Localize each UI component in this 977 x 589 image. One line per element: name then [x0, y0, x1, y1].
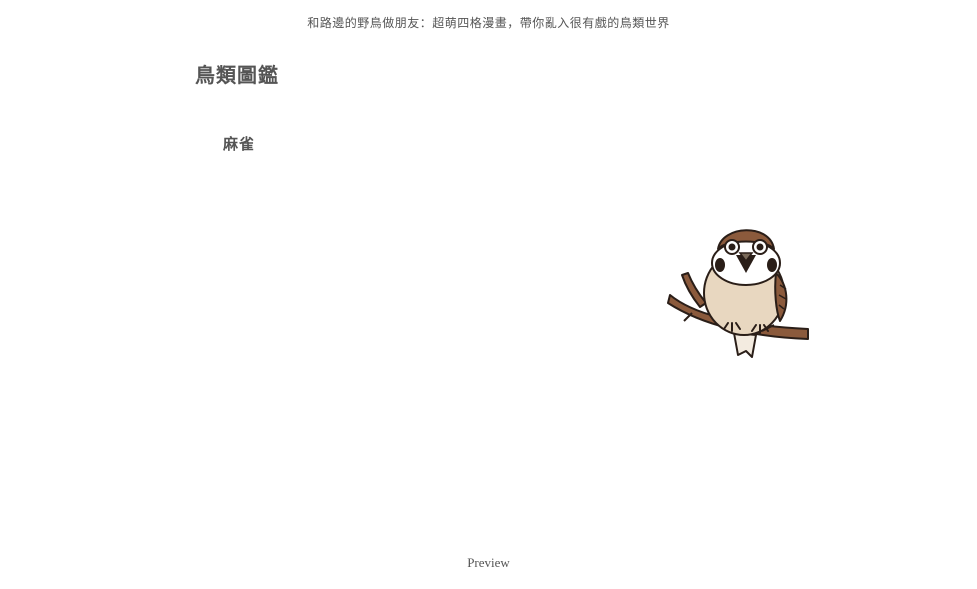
- bird-name-heading: 麻雀: [223, 135, 256, 153]
- preview-label: Preview: [467, 555, 510, 570]
- sparrow-illustration-icon: [667, 229, 809, 358]
- book-subtitle: 和路邊的野鳥做朋友：超萌四格漫畫，帶你亂入很有戲的鳥類世界: [307, 16, 670, 30]
- page-title: 鳥類圖鑑: [195, 63, 279, 87]
